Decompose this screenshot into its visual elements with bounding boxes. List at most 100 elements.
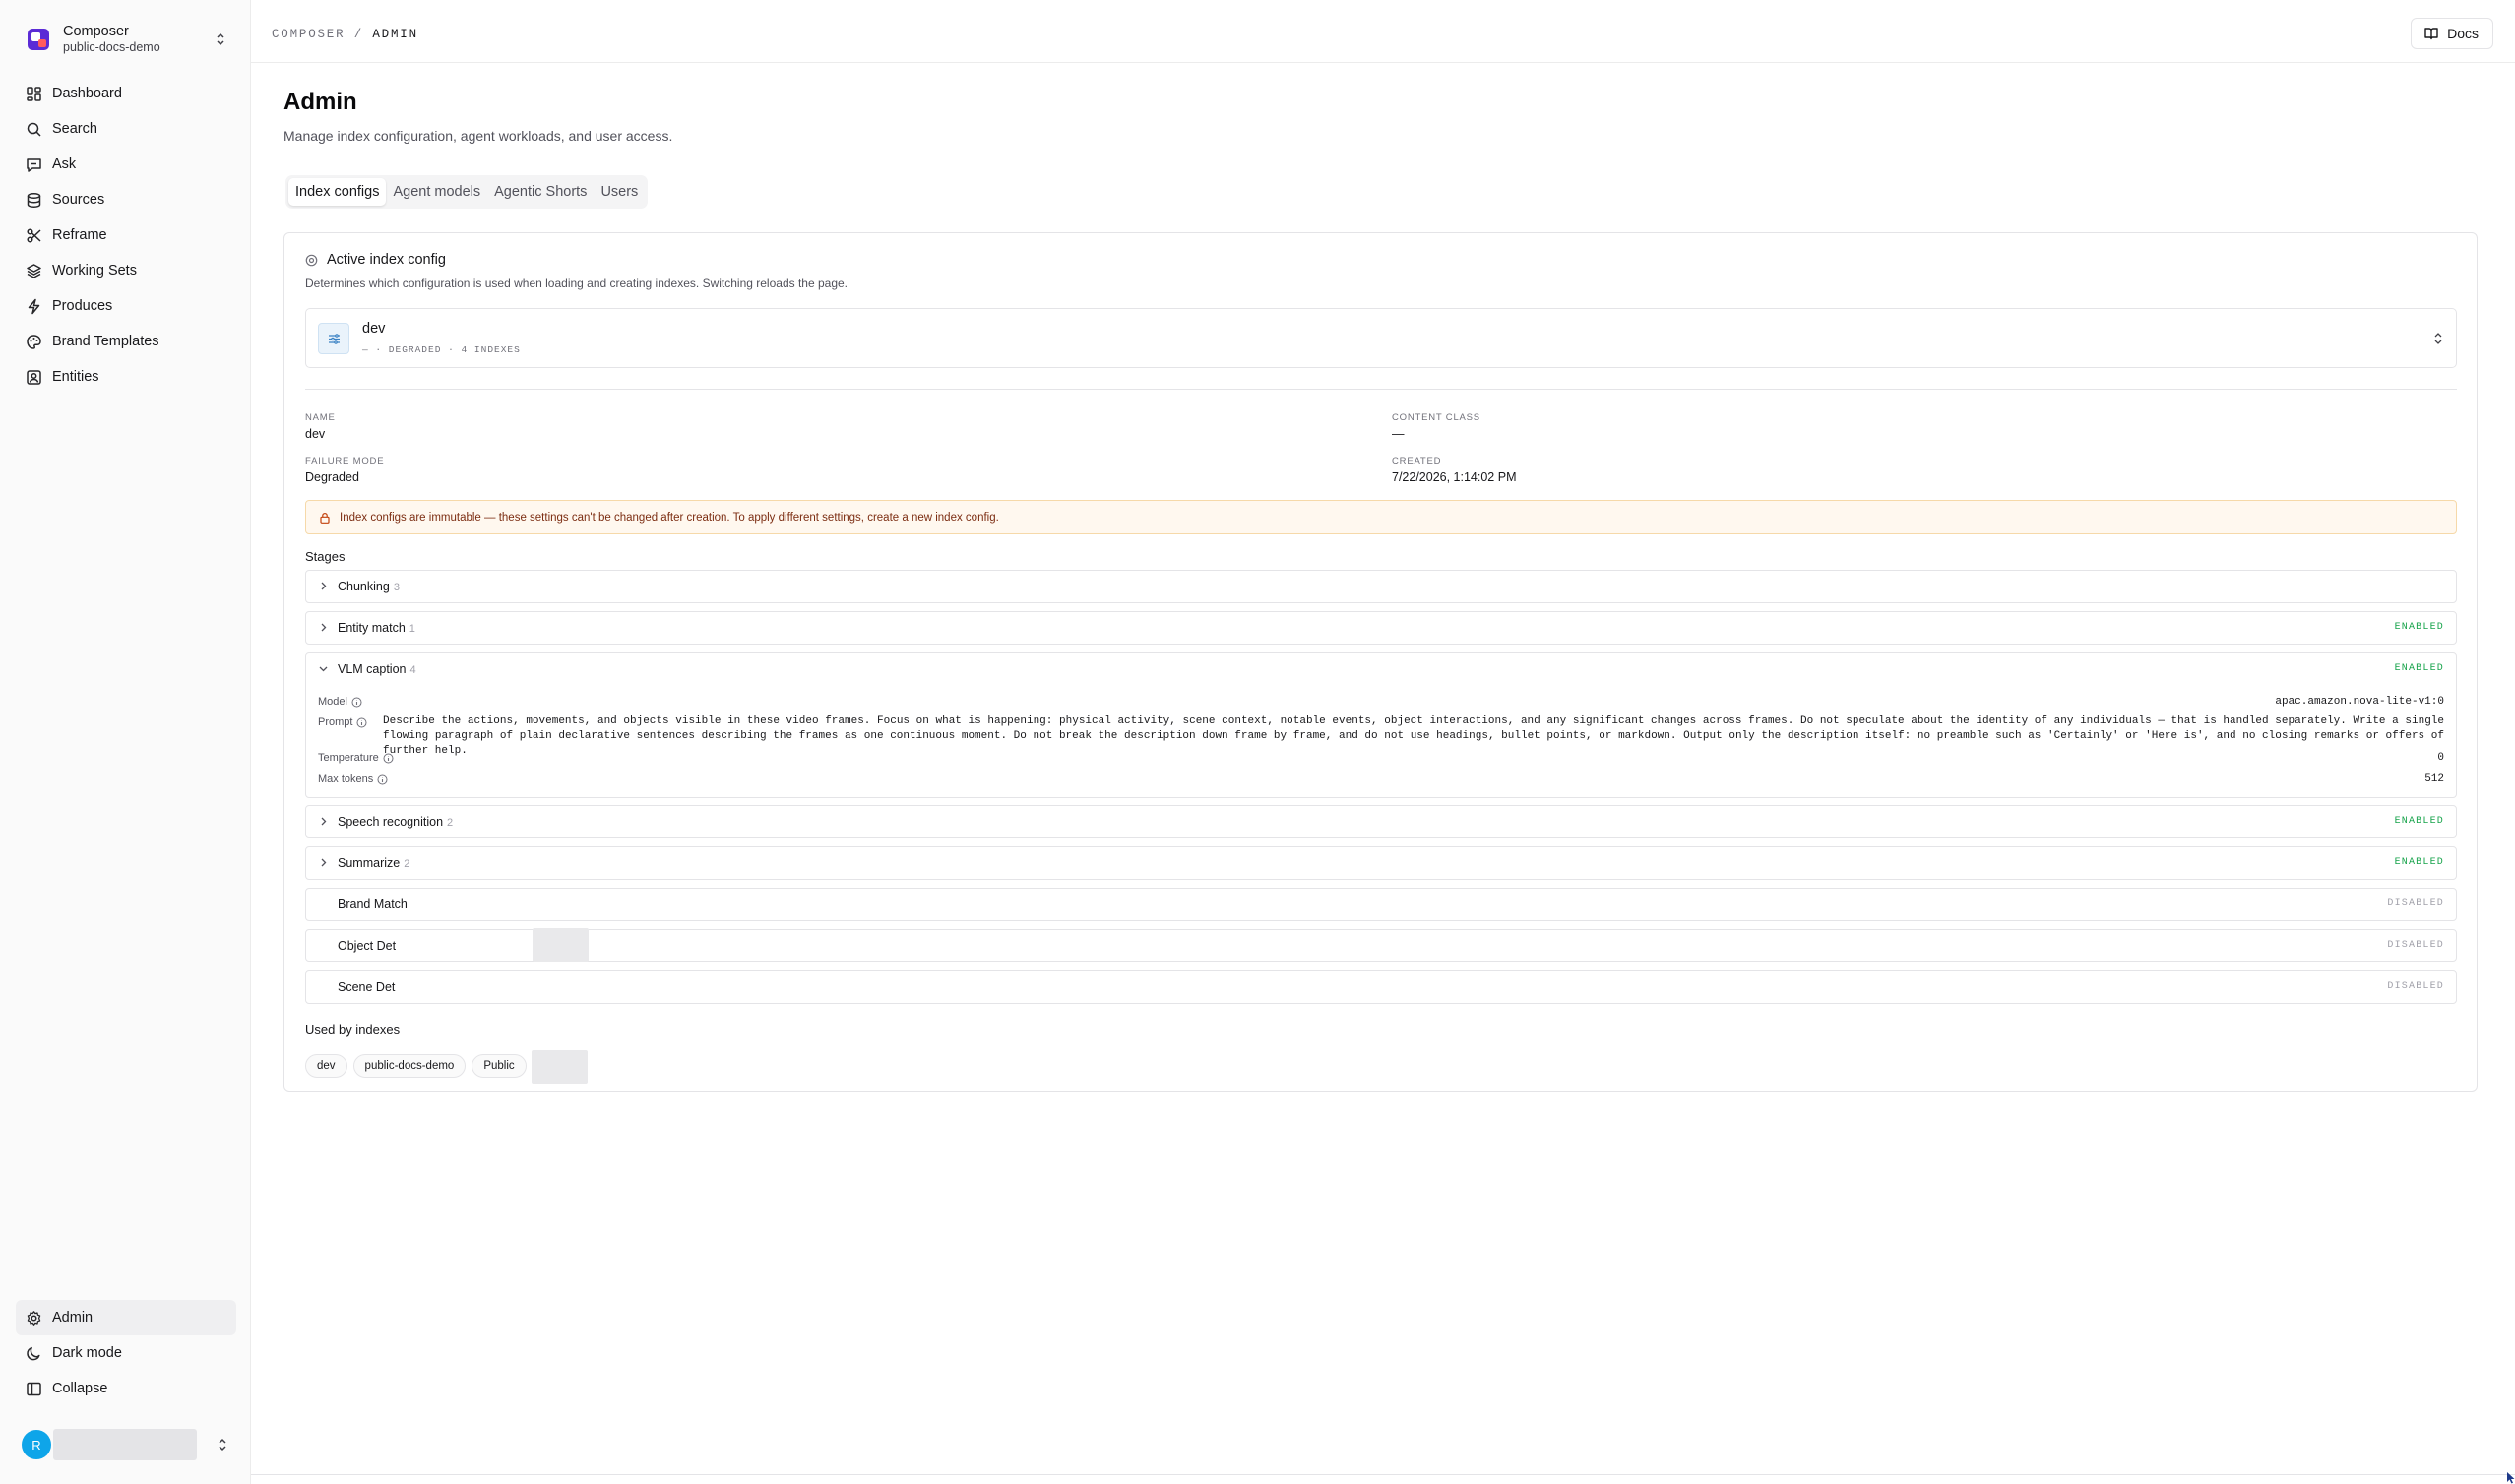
nav-item-admin[interactable]: Admin — [16, 1300, 236, 1335]
nav-label: Admin — [52, 1310, 94, 1326]
nav-label: Dashboard — [52, 86, 122, 101]
stage-count: 2 — [404, 858, 410, 870]
topbar: COMPOSER / ADMIN Docs — [251, 0, 2515, 63]
stage-speech-recognition[interactable]: Speech recognition 2 ENABLED — [305, 805, 2457, 838]
tab-users[interactable]: Users — [594, 178, 645, 206]
workspace-name: public-docs-demo — [63, 40, 160, 55]
config-icon — [318, 323, 349, 354]
stage-name: Object Det — [338, 939, 397, 953]
dashboard-icon — [27, 86, 41, 101]
org-switcher[interactable]: Composer public-docs-demo — [18, 18, 236, 61]
info-icon — [383, 753, 394, 763]
nav-label: Dark mode — [52, 1345, 122, 1361]
nav-item-collapse[interactable]: Collapse — [16, 1371, 236, 1406]
tab-agent-models[interactable]: Agent models — [386, 178, 487, 206]
used-by-label: Used by indexes — [305, 1022, 401, 1037]
index-config-select[interactable]: dev — · DEGRADED · 4 INDEXES — [305, 308, 2457, 368]
content-class-value: — — [1392, 427, 1405, 441]
stage-chunking[interactable]: Chunking 3 — [305, 570, 2457, 603]
stage-count: 3 — [393, 582, 400, 593]
chevron-updown-icon — [2434, 333, 2442, 344]
card-heading: Active index config — [305, 252, 446, 268]
tab-agentic-shorts[interactable]: Agentic Shorts — [487, 178, 594, 206]
stage-count: 4 — [409, 664, 416, 676]
name-label: NAME — [305, 412, 336, 423]
tab-index-configs[interactable]: Index configs — [288, 178, 387, 206]
stage-entity-match[interactable]: Entity match 1 ENABLED — [305, 611, 2457, 645]
stage-name: Summarize — [338, 856, 401, 870]
nav-label: Brand Templates — [52, 334, 159, 349]
card-title: Active index config — [327, 252, 446, 268]
chevron-right-icon — [321, 817, 327, 826]
chat-icon — [27, 157, 41, 172]
nav-item-produces[interactable]: Produces — [16, 288, 236, 324]
status-badge: DISABLED — [2387, 898, 2444, 909]
failure-mode-label: FAILURE MODE — [305, 456, 385, 466]
active-index-config-card: Active index config Determines which con… — [283, 232, 2478, 1092]
nav-item-dark-mode[interactable]: Dark mode — [16, 1335, 236, 1371]
stage-name: Scene Det — [338, 980, 396, 994]
nav-item-entities[interactable]: Entities — [16, 359, 236, 395]
status-badge: ENABLED — [2394, 857, 2444, 868]
warning-text: Index configs are immutable — these sett… — [340, 511, 999, 524]
created-label: CREATED — [1392, 456, 1442, 466]
page-subtitle: Manage index configuration, agent worklo… — [283, 128, 673, 144]
content-class-label: CONTENT CLASS — [1392, 412, 1480, 423]
nav-item-search[interactable]: Search — [16, 111, 236, 147]
nav-item-brand-templates[interactable]: Brand Templates — [16, 324, 236, 359]
used-by-indexes: dev public-docs-demo Public — [305, 1054, 533, 1078]
contact-icon — [27, 369, 41, 385]
prompt-label: Prompt — [318, 716, 367, 728]
docs-button[interactable]: Docs — [2411, 18, 2493, 49]
lock-icon — [320, 512, 330, 524]
immutable-warning: Index configs are immutable — these sett… — [305, 500, 2457, 534]
status-badge: ENABLED — [2394, 663, 2444, 674]
nav-label: Working Sets — [52, 263, 137, 278]
index-chip[interactable]: Public — [472, 1054, 527, 1078]
temperature-label: Temperature — [318, 752, 394, 764]
user-menu[interactable]: R — [22, 1427, 236, 1462]
nav-label: Entities — [52, 369, 99, 385]
nav-item-working-sets[interactable]: Working Sets — [16, 253, 236, 288]
redacted-placeholder — [533, 928, 589, 962]
gear-icon — [27, 1310, 41, 1326]
nav-item-ask[interactable]: Ask — [16, 147, 236, 182]
chevron-updown-icon — [217, 32, 224, 46]
composer-logo-icon — [28, 29, 49, 50]
nav-item-sources[interactable]: Sources — [16, 182, 236, 217]
chevron-right-icon — [321, 858, 327, 867]
nav-label: Ask — [52, 156, 77, 172]
index-chip[interactable]: public-docs-demo — [352, 1054, 467, 1078]
target-icon — [305, 254, 318, 266]
stage-object-det: Object Det DISABLED — [305, 928, 2457, 962]
chevron-right-icon — [321, 582, 327, 590]
divider — [305, 389, 2457, 390]
chevron-down-icon — [319, 666, 328, 672]
status-badge: ENABLED — [2394, 816, 2444, 827]
nav-item-reframe[interactable]: Reframe — [16, 217, 236, 253]
page-title: Admin — [283, 89, 357, 115]
bottom-nav: Admin Dark mode Collapse — [16, 1300, 236, 1406]
stage-vlm-caption[interactable]: VLM caption 4 ENABLED Model apac.amazon.n… — [305, 652, 2457, 798]
stage-summarize[interactable]: Summarize 2 ENABLED — [305, 846, 2457, 880]
info-icon — [356, 717, 367, 727]
max-tokens-label: Max tokens — [318, 773, 388, 785]
scissors-icon — [27, 227, 41, 243]
breadcrumb-parent[interactable]: COMPOSER — [272, 28, 345, 41]
stage-name: Entity match — [338, 621, 406, 635]
chevron-updown-icon — [219, 1438, 226, 1452]
divider — [251, 1474, 2515, 1475]
book-icon — [2424, 28, 2438, 40]
main-content: Admin Manage index configuration, agent … — [251, 63, 2515, 1475]
info-icon — [377, 774, 388, 784]
index-chip[interactable]: dev — [305, 1054, 347, 1078]
nav-item-dashboard[interactable]: Dashboard — [16, 76, 236, 111]
nav-label: Produces — [52, 298, 113, 314]
name-value: dev — [305, 427, 326, 441]
docs-label: Docs — [2447, 26, 2479, 41]
breadcrumb: COMPOSER / ADMIN — [272, 28, 418, 41]
nav-label: Sources — [52, 192, 105, 208]
nav-label: Search — [52, 121, 97, 137]
stage-name: Speech recognition — [338, 815, 444, 829]
stage-count: 2 — [447, 817, 454, 829]
